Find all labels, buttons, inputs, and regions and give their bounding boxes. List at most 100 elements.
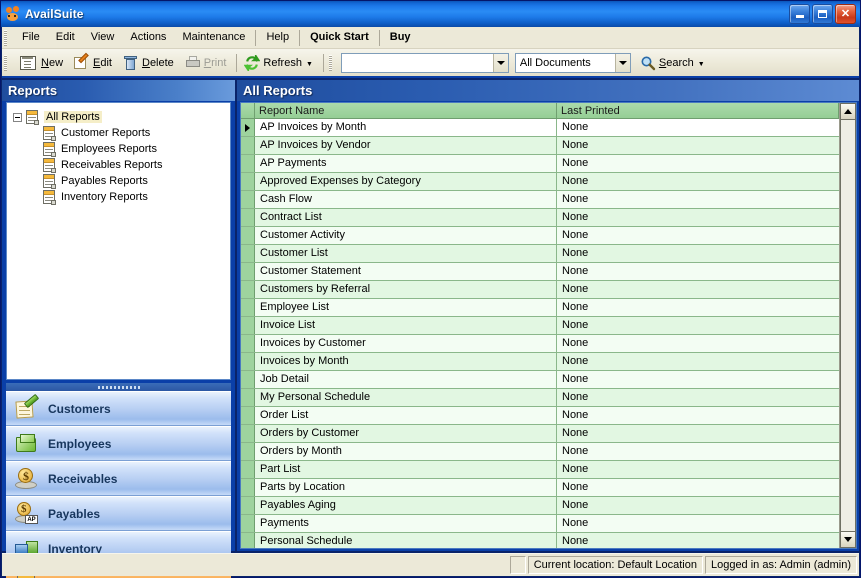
new-button[interactable]: New [14,52,70,74]
delete-button[interactable]: Delete [119,52,181,74]
employees-icon [14,431,40,457]
table-row[interactable]: Payments None [241,515,839,533]
row-indicator[interactable] [241,209,255,226]
table-row[interactable]: Orders by Month None [241,443,839,461]
table-row[interactable]: Job Detail None [241,371,839,389]
sidebar-item-receivables[interactable]: $ Receivables [6,461,231,496]
table-row[interactable]: Order List None [241,407,839,425]
row-indicator[interactable] [241,263,255,280]
menu-maintenance[interactable]: Maintenance [174,28,253,47]
table-row[interactable]: Contract List None [241,209,839,227]
minimize-button[interactable] [789,4,810,24]
table-row[interactable]: Payables Aging None [241,497,839,515]
tree-item-receivables-reports[interactable]: Receivables Reports [13,157,230,173]
grid-vertical-scrollbar[interactable] [839,103,856,548]
refresh-dropdown-arrow[interactable]: ▼ [306,61,313,71]
row-indicator[interactable] [241,443,255,460]
sidebar-item-customers[interactable]: Customers [6,391,231,426]
row-indicator[interactable] [241,137,255,154]
tree-item-inventory-reports[interactable]: Inventory Reports [13,189,230,205]
scope-combo-arrow[interactable] [614,53,630,72]
row-indicator[interactable] [241,371,255,388]
row-indicator[interactable] [241,281,255,298]
table-row[interactable]: Employee List None [241,299,839,317]
table-row[interactable]: My Personal Schedule None [241,389,839,407]
menu-bar: File Edit View Actions Maintenance Help … [2,27,859,49]
row-indicator[interactable] [241,173,255,190]
menu-edit[interactable]: Edit [48,28,83,47]
table-row[interactable]: Orders by Customer None [241,425,839,443]
scroll-up-button[interactable] [840,103,856,120]
table-row[interactable]: Customer Activity None [241,227,839,245]
sidebar-splitter[interactable] [6,383,231,391]
scrollbar-track[interactable] [840,120,856,531]
print-button[interactable]: Print [181,52,234,74]
row-indicator[interactable] [241,353,255,370]
table-row[interactable]: Cash Flow None [241,191,839,209]
edit-button[interactable]: Edit [70,52,119,74]
row-indicator[interactable] [241,299,255,316]
row-indicator[interactable] [241,461,255,478]
tree-item-employees-reports[interactable]: Employees Reports [13,141,230,157]
tree-item-payables-reports[interactable]: Payables Reports [13,173,230,189]
table-row[interactable]: Approved Expenses by Category None [241,173,839,191]
menu-file[interactable]: File [14,28,48,47]
table-row[interactable]: Customer Statement None [241,263,839,281]
row-indicator[interactable] [241,335,255,352]
toolbar-grip-handle[interactable] [4,54,11,71]
table-row[interactable]: Invoice List None [241,317,839,335]
row-indicator[interactable] [241,245,255,262]
tree-item-label: All Reports [44,111,102,123]
row-indicator[interactable] [241,317,255,334]
table-row[interactable]: Invoices by Month None [241,353,839,371]
sidebar-item-employees[interactable]: Employees [6,426,231,461]
menu-buy[interactable]: Buy [382,28,419,47]
table-row[interactable]: Parts by Location None [241,479,839,497]
collapse-icon[interactable] [13,112,22,122]
scroll-down-button[interactable] [840,531,856,548]
row-indicator[interactable] [241,515,255,532]
grid-header-report-name[interactable]: Report Name [255,103,557,118]
search-button[interactable]: Search ▼ [636,52,712,74]
row-indicator[interactable] [241,119,255,136]
grid-columns: Report Name Last Printed AP Invoices by … [241,103,839,548]
menu-grip-handle[interactable] [4,29,11,46]
filter-combo[interactable] [340,52,509,73]
close-button[interactable]: ✕ [835,4,856,24]
table-row[interactable]: Part List None [241,461,839,479]
row-indicator[interactable] [241,533,255,548]
refresh-button[interactable]: Refresh ▼ [240,52,319,74]
filter-combo-arrow[interactable] [492,53,508,72]
menu-help[interactable]: Help [258,28,297,47]
table-row[interactable]: Personal Schedule None [241,533,839,548]
row-indicator[interactable] [241,407,255,424]
maximize-button[interactable] [812,4,833,24]
menu-actions[interactable]: Actions [122,28,174,47]
row-indicator[interactable] [241,389,255,406]
sidebar-item-payables[interactable]: $ AP Payables [6,496,231,531]
tree-item-all-reports[interactable]: All Reports [13,109,230,125]
row-indicator[interactable] [241,227,255,244]
row-indicator[interactable] [241,425,255,442]
grid-header-row: Report Name Last Printed [241,103,839,119]
toolbar-grip-handle-2[interactable] [328,54,336,71]
table-row[interactable]: AP Invoices by Month None [241,119,839,137]
table-row[interactable]: AP Invoices by Vendor None [241,137,839,155]
table-row[interactable]: Customers by Referral None [241,281,839,299]
menu-view[interactable]: View [83,28,123,47]
search-dropdown-arrow[interactable]: ▼ [698,61,705,71]
row-indicator[interactable] [241,155,255,172]
menu-quick-start[interactable]: Quick Start [302,28,377,47]
row-indicator[interactable] [241,479,255,496]
grid-header-last-printed[interactable]: Last Printed [557,103,839,118]
scope-combo[interactable]: All Documents [514,52,631,73]
cell-last-printed: None [562,463,589,475]
cell-last-printed: None [562,301,589,313]
table-row[interactable]: Invoices by Customer None [241,335,839,353]
tree-item-customer-reports[interactable]: Customer Reports [13,125,230,141]
row-indicator[interactable] [241,191,255,208]
table-row[interactable]: AP Payments None [241,155,839,173]
row-indicator[interactable] [241,497,255,514]
cell-last-printed: None [562,409,589,421]
table-row[interactable]: Customer List None [241,245,839,263]
